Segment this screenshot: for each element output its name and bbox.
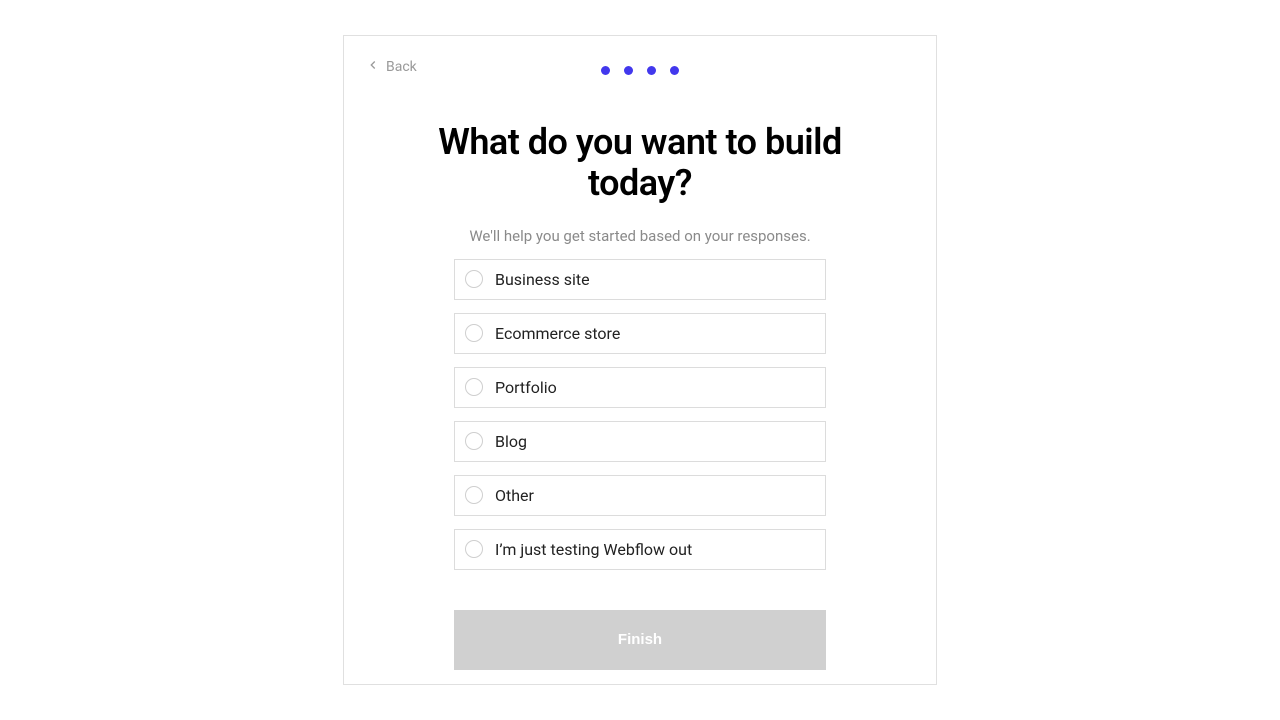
- radio-icon: [465, 432, 483, 450]
- option-label: Blog: [495, 432, 527, 451]
- page-title: What do you want to build today?: [410, 122, 870, 205]
- progress-dot: [601, 66, 610, 75]
- option-blog[interactable]: Blog: [454, 421, 826, 462]
- radio-icon: [465, 378, 483, 396]
- option-just-testing[interactable]: I’m just testing Webflow out: [454, 529, 826, 570]
- back-button[interactable]: Back: [366, 58, 417, 76]
- page-subtitle: We'll help you get started based on your…: [364, 227, 916, 245]
- option-label: Portfolio: [495, 378, 557, 397]
- option-ecommerce-store[interactable]: Ecommerce store: [454, 313, 826, 354]
- progress-dot: [647, 66, 656, 75]
- progress-dot: [670, 66, 679, 75]
- radio-icon: [465, 540, 483, 558]
- option-portfolio[interactable]: Portfolio: [454, 367, 826, 408]
- option-other[interactable]: Other: [454, 475, 826, 516]
- progress-dots: [601, 66, 679, 75]
- chevron-left-icon: [366, 58, 380, 76]
- back-label: Back: [386, 59, 417, 75]
- modal-header: Back: [364, 58, 916, 82]
- option-label: Other: [495, 486, 534, 505]
- onboarding-modal: Back What do you want to build today? We…: [343, 35, 937, 685]
- option-label: I’m just testing Webflow out: [495, 540, 692, 559]
- radio-icon: [465, 486, 483, 504]
- radio-icon: [465, 324, 483, 342]
- options-list: Business site Ecommerce store Portfolio …: [454, 259, 826, 570]
- radio-icon: [465, 270, 483, 288]
- option-label: Ecommerce store: [495, 324, 620, 343]
- option-label: Business site: [495, 270, 590, 289]
- finish-button[interactable]: Finish: [454, 610, 826, 670]
- modal-content: What do you want to build today? We'll h…: [364, 122, 916, 670]
- option-business-site[interactable]: Business site: [454, 259, 826, 300]
- progress-dot: [624, 66, 633, 75]
